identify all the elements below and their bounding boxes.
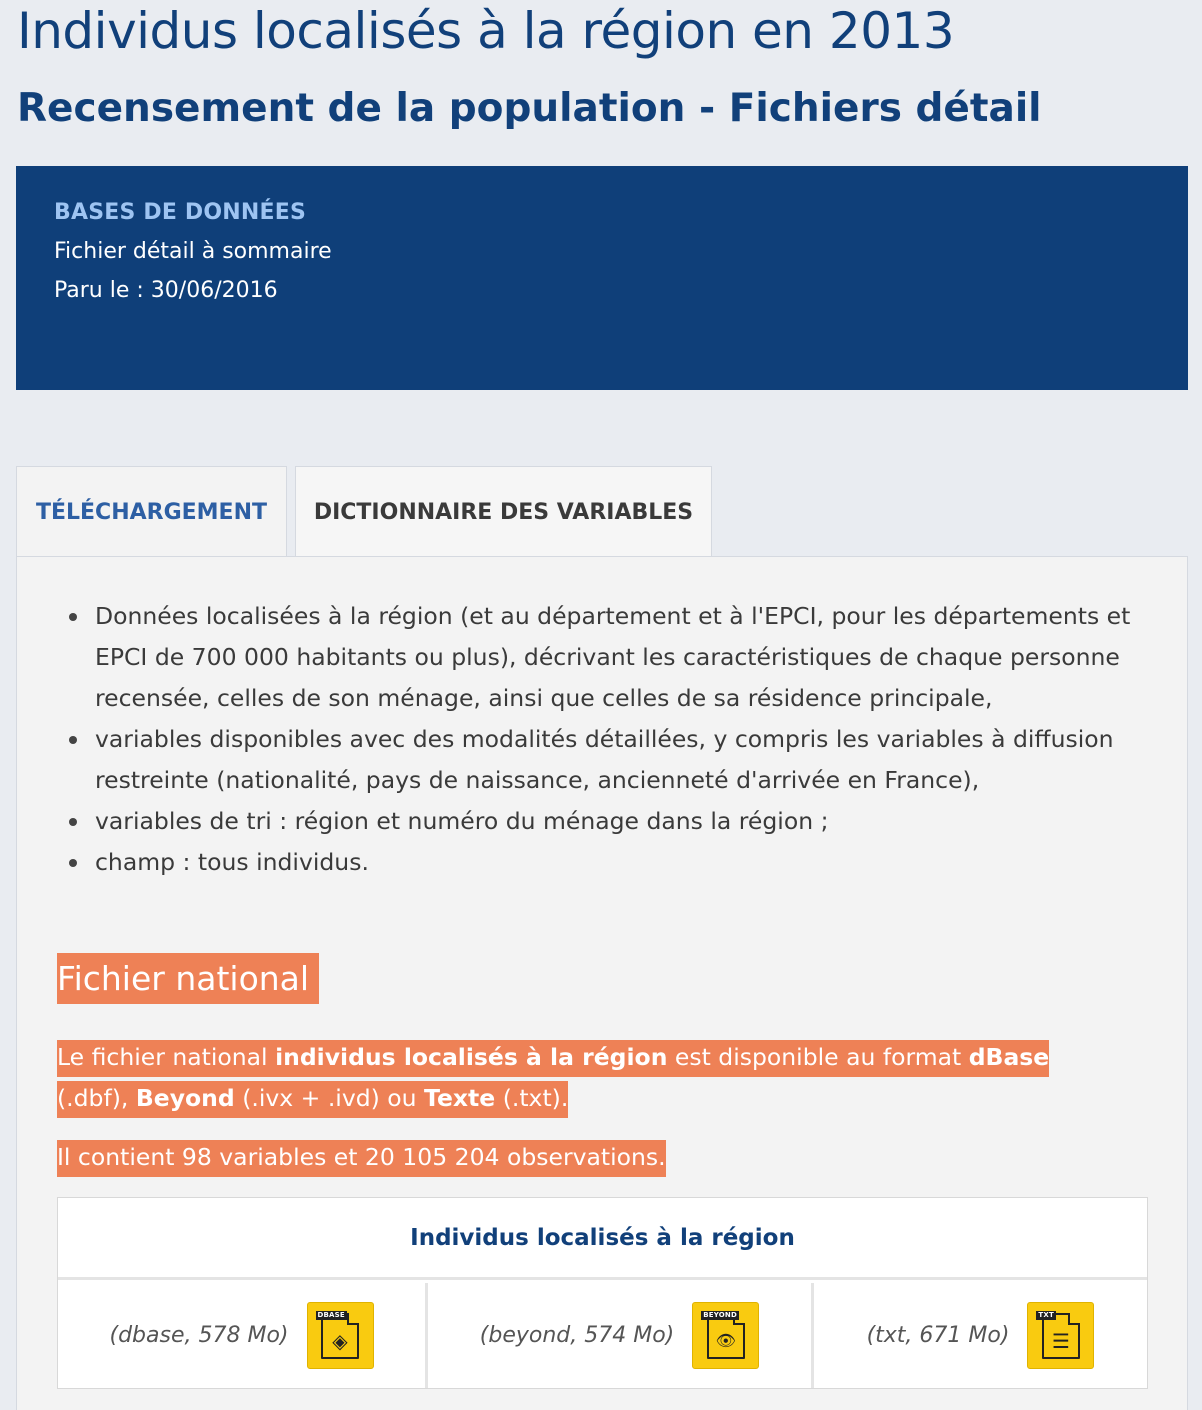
download-panel: Données localisées à la région (et au dé… bbox=[16, 556, 1188, 1410]
section-heading: Fichier national bbox=[57, 953, 329, 1004]
beyond-file-icon[interactable]: BEYOND 👁 bbox=[692, 1302, 760, 1369]
eye-icon: 👁 bbox=[715, 1330, 736, 1350]
file-tag: TXT bbox=[1036, 1311, 1056, 1320]
section-heading-text: Fichier national bbox=[57, 953, 320, 1004]
dbase-file-icon[interactable]: DBASE ◈ bbox=[306, 1302, 374, 1369]
list-item: champ : tous individus. bbox=[69, 842, 1155, 883]
category-label[interactable]: BASES DE DONNÉES bbox=[54, 200, 1150, 225]
tab-telechargement[interactable]: TÉLÉCHARGEMENT bbox=[16, 466, 287, 557]
para-bold: Texte bbox=[424, 1084, 496, 1112]
file-format-label: (beyond, 574 Mo) bbox=[479, 1323, 675, 1348]
description-list: Données localisées à la région (et au dé… bbox=[69, 596, 1155, 883]
para-text: est disponible au format bbox=[667, 1043, 969, 1071]
download-table: Individus localisés à la région (dbase, … bbox=[57, 1197, 1148, 1389]
format-paragraph: Le fichier national individus localisés … bbox=[57, 1037, 1117, 1119]
publication-date: Paru le : 30/06/2016 bbox=[54, 278, 278, 303]
para-text: (.ivx + .ivd) ou bbox=[234, 1084, 425, 1112]
page-title: Individus localisés à la région en 2013 bbox=[17, 2, 955, 60]
para-text: Le fichier national bbox=[57, 1043, 276, 1071]
tab-dictionnaire-des-variables[interactable]: DICTIONNAIRE DES VARIABLES bbox=[295, 466, 712, 557]
para-bold: individus localisés à la région bbox=[275, 1043, 668, 1071]
info-box: BASES DE DONNÉES Fichier détail à sommai… bbox=[16, 166, 1188, 390]
count-paragraph: Il contient 98 variables et 20 105 204 o… bbox=[57, 1137, 1117, 1178]
download-cell-beyond: (beyond, 574 Mo) BEYOND 👁 bbox=[428, 1283, 814, 1388]
download-table-heading: Individus localisés à la région bbox=[58, 1198, 1147, 1280]
page-subtitle: Recensement de la population - Fichiers … bbox=[17, 86, 1042, 131]
count-text: Il contient 98 variables et 20 105 204 o… bbox=[57, 1140, 666, 1177]
dbase-glyph-icon: ◈ bbox=[332, 1328, 348, 1353]
lines-icon: ☰ bbox=[1051, 1328, 1070, 1353]
list-item: variables disponibles avec des modalités… bbox=[69, 719, 1155, 801]
para-bold: Beyond bbox=[135, 1084, 235, 1112]
document-type: Fichier détail à sommaire bbox=[54, 239, 332, 264]
para-bold: dBase bbox=[968, 1043, 1050, 1071]
file-format-label: (txt, 671 Mo) bbox=[866, 1323, 1010, 1348]
para-text: (.dbf), bbox=[57, 1084, 136, 1112]
download-cell-dbase: (dbase, 578 Mo) DBASE ◈ bbox=[58, 1283, 428, 1388]
para-text: (.txt). bbox=[495, 1084, 569, 1112]
txt-file-icon[interactable]: TXT ☰ bbox=[1027, 1302, 1095, 1369]
file-tag: BEYOND bbox=[701, 1311, 739, 1320]
file-format-label: (dbase, 578 Mo) bbox=[109, 1323, 289, 1348]
list-item: Données localisées à la région (et au dé… bbox=[69, 596, 1155, 719]
download-cell-txt: (txt, 671 Mo) TXT ☰ bbox=[814, 1283, 1147, 1388]
file-tag: DBASE bbox=[315, 1311, 347, 1320]
list-item: variables de tri : région et numéro du m… bbox=[69, 801, 1155, 842]
